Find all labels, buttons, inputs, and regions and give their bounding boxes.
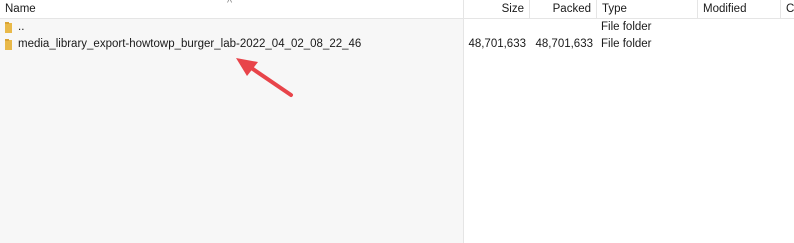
column-header-modified-label: Modified [703, 3, 747, 15]
column-header-extra-label: C [786, 3, 794, 15]
column-header-packed-label: Packed [552, 3, 591, 15]
list-item-packed [530, 19, 593, 36]
list-item-size [464, 19, 526, 36]
column-header-size-label: Size [501, 3, 524, 15]
sort-ascending-icon: ^ [227, 0, 233, 9]
list-item-type: File folder [601, 21, 652, 33]
column-header-extra[interactable]: C [781, 0, 794, 19]
folder-icon [5, 22, 12, 33]
column-header-packed[interactable]: Packed [530, 0, 597, 19]
file-list: .. File folder media_library_export-howt… [0, 19, 794, 243]
column-header-type-label: Type [602, 3, 627, 15]
list-item-size: 48,701,633 [468, 38, 526, 50]
list-item-parent-dir[interactable]: .. File folder [0, 19, 794, 36]
column-header-size[interactable]: Size [464, 0, 530, 19]
column-header-modified[interactable]: Modified [698, 0, 781, 19]
list-item-name: media_library_export-howtowp_burger_lab-… [18, 38, 362, 50]
list-item-name: .. [18, 21, 25, 33]
list-item-packed: 48,701,633 [535, 38, 593, 50]
list-item-type: File folder [601, 38, 652, 50]
column-header-type[interactable]: Type [597, 0, 698, 19]
list-item-folder[interactable]: media_library_export-howtowp_burger_lab-… [0, 36, 794, 53]
column-header-name-label: Name [5, 3, 36, 15]
column-header-bar: Name ^ Size Packed Type Modified C [0, 0, 794, 19]
folder-icon [5, 39, 12, 50]
